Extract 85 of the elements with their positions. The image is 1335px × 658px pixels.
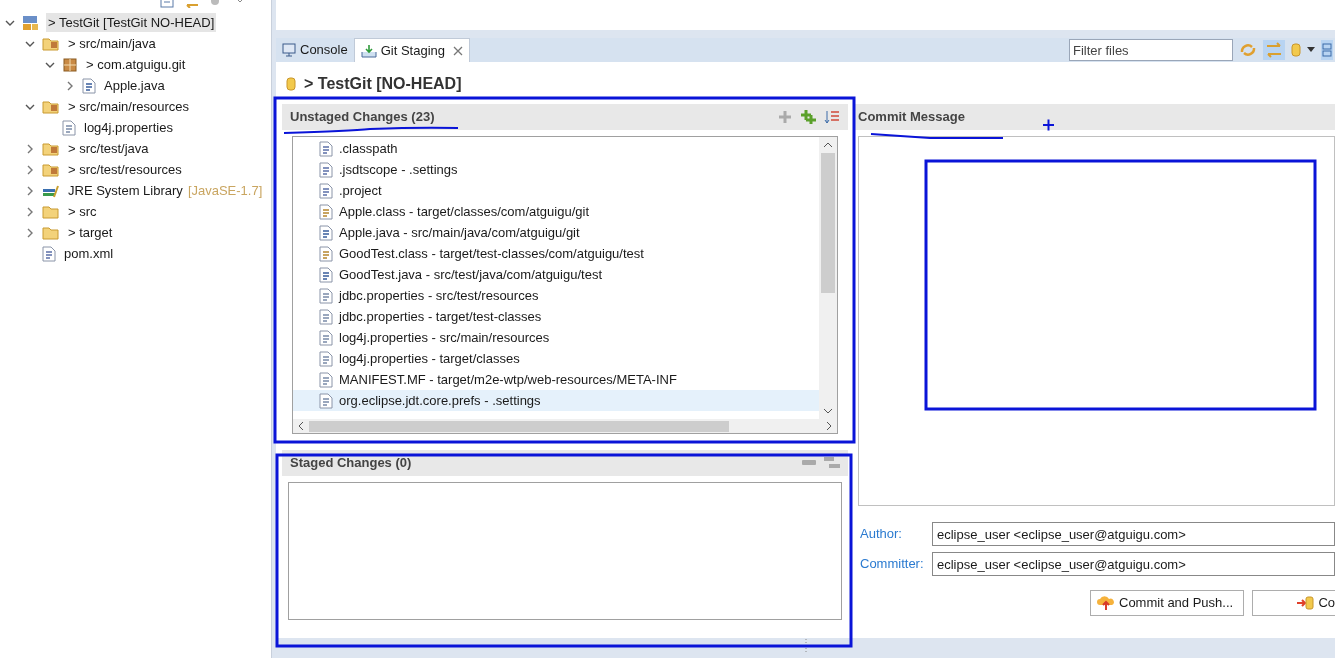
committer-field[interactable]: eclipse_user <eclipse_user@atguigu.com> [932,552,1335,576]
file-row[interactable]: MANIFEST.MF - target/m2e-wtp/web-resources/META-INF [293,369,819,390]
monitor-icon [282,43,296,57]
repository-icon [1291,42,1301,58]
commit-icon [1296,595,1315,611]
tree-item[interactable]: > src/main/resources [66,96,191,117]
file-icon [319,182,333,199]
file-row[interactable]: org.eclipse.jdt.core.prefs - .settings [293,390,819,411]
file-row[interactable]: .jsdtscope - .settings [293,159,819,180]
tree-item[interactable]: > src [66,201,99,222]
chevron-right-icon[interactable] [65,80,75,91]
file-icon [319,224,333,241]
commit-button[interactable]: Co [1252,590,1335,616]
file-row[interactable]: jdbc.properties - src/test/resources [293,285,819,306]
file-row[interactable]: .project [293,180,819,201]
filter-field[interactable]: Filter files [1069,39,1233,61]
tree-item[interactable]: Apple.java [102,75,167,96]
tree-item[interactable]: pom.xml [62,243,116,264]
section-title: Unstaged Changes (23) [290,108,435,127]
file-row[interactable]: Apple.java - src/main/java/com/atguigu/git [293,222,819,243]
file-icon [319,245,333,262]
author-field[interactable]: eclipse_user <eclipse_user@atguigu.com> [932,522,1335,546]
chevron-right-icon[interactable] [25,227,35,238]
chevron-right-icon[interactable] [25,164,35,175]
folder-icon [42,35,60,52]
close-icon[interactable] [453,45,464,56]
file-icon [319,287,333,304]
chevron-right-icon[interactable] [25,185,35,196]
repository-icon [286,76,296,92]
tree-item[interactable]: > com.atguigu.git [84,54,188,75]
plus-mark [1042,118,1055,132]
project-icon [22,14,40,31]
file-icon [319,329,333,346]
tree-item[interactable]: JRE System Library [66,180,185,201]
section-title: Commit Message [858,108,965,127]
tab[interactable]: Git Staging [353,38,471,62]
file-row[interactable]: jdbc.properties - target/test-classes [293,306,819,327]
repository-title: > TestGit [NO-HEAD] [304,74,462,94]
plus-all-icon[interactable] [800,109,816,125]
cloud-upload-icon [1097,595,1115,611]
section-title: Staged Changes (0) [290,454,412,473]
author-label: Author: [860,525,903,544]
tree-item[interactable]: > src/test/resources [66,159,184,180]
folder-icon [42,161,60,178]
file-icon [319,308,333,325]
tree-item[interactable]: > src/test/java [66,138,151,159]
layout-icon[interactable] [1321,40,1333,60]
tray-download-icon [360,43,377,58]
vertical-scrollbar[interactable] [819,137,837,419]
committer-label: Committer: [860,555,925,574]
file-row[interactable]: log4j.properties - src/main/resources [293,327,819,348]
file-row[interactable]: .classpath [293,138,819,159]
chevron-right-icon[interactable] [25,143,35,154]
tree-item[interactable]: log4j.properties [82,117,175,138]
file-icon [319,392,333,409]
file-icon [62,119,76,136]
file-row[interactable]: Apple.class - target/classes/com/atguigu/git [293,201,819,222]
commit-button[interactable]: Commit and Push... [1090,590,1244,616]
package-icon [62,56,78,73]
file-row[interactable]: log4j.properties - target/classes [293,348,819,369]
tree-item[interactable]: > src/main/java [66,33,158,54]
commit-message-field[interactable] [858,136,1335,506]
tree-item[interactable]: > TestGit [TestGit NO-HEAD] [46,12,217,33]
tree-item[interactable]: > target [66,222,115,243]
file-icon [319,350,333,367]
tab[interactable]: Console [276,38,354,62]
file-icon [319,203,333,220]
folder-icon [42,203,60,220]
file-icon [319,140,333,157]
resize-handle-icon[interactable] [803,638,808,654]
file-row[interactable]: GoodTest.java - src/test/java/com/atguigu/test [293,264,819,285]
sort-list-icon[interactable] [824,110,840,124]
file-icon [319,161,333,178]
file-icon [319,371,333,388]
file-row[interactable]: GoodTest.class - target/test-classes/com/atguigu/test [293,243,819,264]
file-icon [82,77,96,94]
chevron-right-icon[interactable] [25,206,35,217]
tree-item-decoration: [JavaSE-1.7] [187,181,263,200]
horizontal-scrollbar[interactable] [293,419,837,433]
folder-icon [42,224,60,241]
file-icon [42,245,56,262]
folder-icon [42,140,60,157]
folder-icon [42,98,60,115]
dropdown-arrow-icon[interactable] [1307,47,1315,53]
file-icon [319,266,333,283]
